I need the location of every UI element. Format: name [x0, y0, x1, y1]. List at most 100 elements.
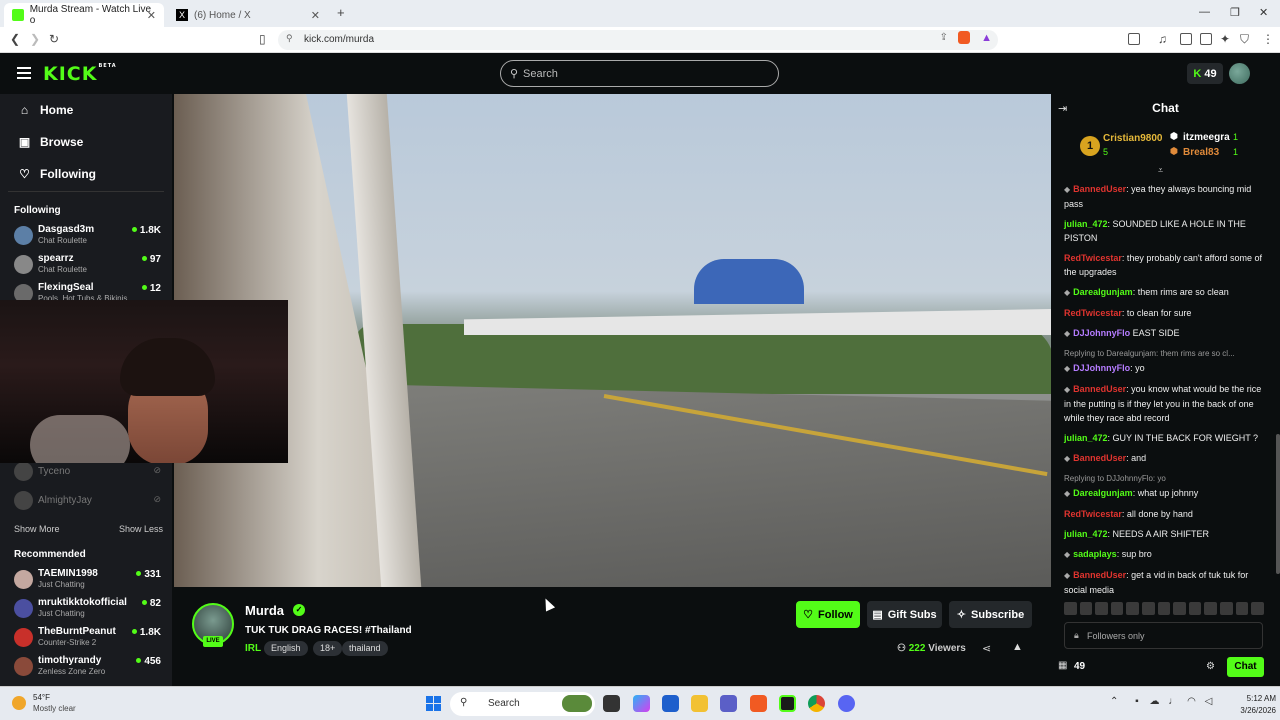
mic-icon[interactable]: ♩	[1168, 696, 1178, 707]
subscribe-button[interactable]: ✧ Subscribe	[949, 601, 1032, 628]
back-icon[interactable]: ❮	[10, 32, 20, 46]
app-tray-icon[interactable]: ▪	[1135, 696, 1139, 707]
share-icon[interactable]: ⇪	[940, 32, 948, 43]
forward-icon[interactable]: ❯	[30, 32, 40, 46]
minimize-icon[interactable]: —	[1199, 6, 1210, 18]
chrome-icon[interactable]	[808, 695, 825, 712]
store-icon[interactable]	[662, 695, 679, 712]
nav-home[interactable]: ⌂ Home	[18, 100, 73, 120]
clock[interactable]: 5:12 AM 3/26/2026	[1216, 693, 1276, 717]
leader-name[interactable]: Cristian9800	[1103, 133, 1162, 144]
brave-shield-icon[interactable]	[958, 31, 970, 44]
start-button[interactable]	[426, 696, 441, 711]
tag[interactable]: thailand	[342, 641, 388, 656]
offline-channel[interactable]: Tyceno ⊘	[14, 460, 164, 484]
follow-button[interactable]: ♡ Follow	[796, 601, 860, 628]
rewards-icon[interactable]: ▲	[981, 32, 992, 44]
tab-x[interactable]: X (6) Home / X ✕	[168, 3, 328, 27]
menu-icon[interactable]: ⋮	[1262, 32, 1274, 46]
search-input[interactable]: ⚲ Search	[500, 60, 779, 87]
following-channel[interactable]: Dasgasd3m Chat Roulette 1.8K	[14, 224, 164, 248]
close-icon[interactable]: ✕	[147, 9, 156, 22]
chat-input[interactable]: 🔒︎ Followers only	[1064, 622, 1263, 649]
volume-icon[interactable]: ◁	[1205, 696, 1213, 707]
taskbar-search[interactable]: ⚲ Search	[450, 692, 595, 716]
reply-context[interactable]: Replying to DJJohnnyFlo: yo	[1064, 472, 1264, 486]
vpn-icon[interactable]: ⛉	[1240, 32, 1249, 47]
chat-username[interactable]: BannedUser	[1073, 570, 1126, 580]
recommended-channel[interactable]: timothyrandy Zenless Zone Zero 456	[14, 655, 164, 679]
ai-icon[interactable]: ✦	[1220, 32, 1230, 46]
leader-name[interactable]: itzmeegra	[1183, 132, 1230, 143]
url-field[interactable]: ⚲ kick.com/murda ⇪ ▲	[278, 30, 998, 50]
tag[interactable]: English	[264, 641, 308, 656]
recommended-channel[interactable]: TheBurntPeanut Counter-Strike 2 1.8K	[14, 626, 164, 650]
chat-username[interactable]: julian_472	[1064, 529, 1108, 539]
share-icon[interactable]: ⋖	[982, 642, 991, 655]
offline-channel[interactable]: AlmightyJay ⊘	[14, 489, 164, 513]
maximize-icon[interactable]: ❐	[1230, 6, 1240, 19]
nav-browse[interactable]: ▣ Browse	[18, 132, 84, 152]
chat-username[interactable]: julian_472	[1064, 433, 1108, 443]
chat-username[interactable]: BannedUser	[1073, 453, 1126, 463]
new-tab-button[interactable]: +	[337, 5, 345, 20]
expand-pinned-icon[interactable]: ⩡	[1158, 165, 1163, 176]
tag[interactable]: 18+	[313, 641, 343, 656]
send-chat-button[interactable]: Chat	[1227, 657, 1264, 677]
webcam-overlay[interactable]	[0, 300, 288, 463]
following-channel[interactable]: spearrz Chat Roulette 97	[14, 253, 164, 277]
kicks-balance[interactable]: K 49	[1187, 63, 1223, 84]
task-view-icon[interactable]	[603, 695, 620, 712]
chat-username[interactable]: BannedUser	[1073, 384, 1126, 394]
chat-message: ◆ BannedUser: and	[1064, 451, 1264, 466]
brave-icon[interactable]	[750, 695, 767, 712]
chat-username[interactable]: Darealgunjam	[1073, 287, 1133, 297]
bookmark-icon[interactable]: ▯	[259, 32, 266, 46]
chat-username[interactable]: Darealgunjam	[1073, 488, 1133, 498]
store-icon[interactable]: ▦	[1058, 660, 1067, 671]
sidebar-icon[interactable]	[1128, 33, 1140, 45]
panel-icon[interactable]	[1180, 33, 1192, 45]
channel-name[interactable]: Murda	[245, 603, 284, 618]
file-explorer-icon[interactable]	[691, 695, 708, 712]
tab-kick[interactable]: Murda Stream - Watch Live o ✕	[4, 3, 164, 27]
wifi-icon[interactable]: ◠	[1187, 696, 1196, 707]
chat-username[interactable]: RedTwicestar	[1064, 509, 1122, 519]
discord-icon[interactable]	[838, 695, 855, 712]
show-more-link[interactable]: Show More	[14, 524, 60, 534]
recommended-channel[interactable]: TAEMIN1998 Just Chatting 331	[14, 568, 164, 592]
show-less-link[interactable]: Show Less	[119, 524, 163, 534]
chat-username[interactable]: RedTwicestar	[1064, 253, 1122, 263]
chevron-up-icon[interactable]: ⌃	[1110, 696, 1118, 707]
wallet-icon[interactable]	[1200, 33, 1212, 45]
close-window-icon[interactable]: ✕	[1259, 6, 1268, 19]
site-settings-icon[interactable]: ⚲	[286, 33, 293, 44]
cloud-icon[interactable]: ☁	[1150, 696, 1160, 707]
copilot-icon[interactable]	[633, 695, 650, 712]
music-icon[interactable]: ♫	[1158, 32, 1167, 46]
leader-name[interactable]: Breal83	[1183, 147, 1219, 158]
menu-icon[interactable]	[17, 67, 31, 79]
teams-icon[interactable]	[720, 695, 737, 712]
chat-username[interactable]: DJJohnnyFlo	[1073, 328, 1130, 338]
reply-context[interactable]: Replying to Darealgunjam: them rims are …	[1064, 347, 1264, 361]
gift-subs-button[interactable]: ▤ Gift Subs	[867, 601, 942, 628]
recommended-channel[interactable]: mruktikktokofficial Just Chatting 82	[14, 597, 164, 621]
kick-app-icon[interactable]	[779, 695, 796, 712]
chat-username[interactable]: julian_472	[1064, 219, 1108, 229]
video-player[interactable]	[174, 94, 1051, 587]
reload-icon[interactable]: ↻	[49, 32, 59, 46]
chat-username[interactable]: RedTwicestar	[1064, 308, 1122, 318]
nav-following[interactable]: ♡ Following	[18, 164, 96, 184]
emote-bar[interactable]	[1064, 602, 1264, 616]
kick-logo[interactable]: KICKBETA	[43, 63, 117, 85]
chat-scrollbar[interactable]	[1276, 434, 1280, 574]
report-icon[interactable]: ▲	[1012, 641, 1023, 653]
avatar[interactable]	[1229, 63, 1250, 84]
chat-username[interactable]: DJJohnnyFlo	[1073, 363, 1130, 373]
chat-username[interactable]: sadaplays	[1073, 549, 1117, 559]
category-link[interactable]: IRL	[245, 643, 261, 654]
close-icon[interactable]: ✕	[311, 9, 320, 22]
gear-icon[interactable]: ⚙	[1206, 661, 1215, 672]
chat-username[interactable]: BannedUser	[1073, 184, 1126, 194]
